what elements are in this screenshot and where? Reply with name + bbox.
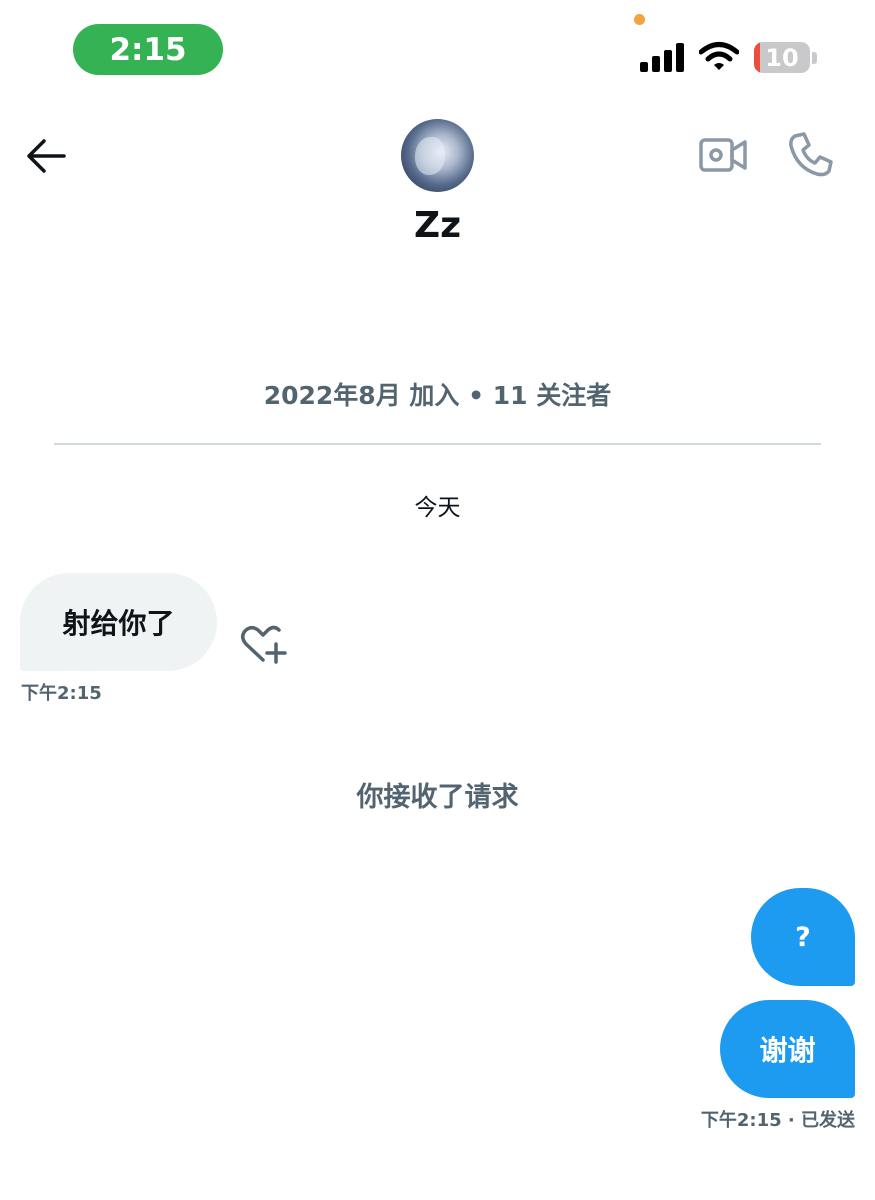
received-message-bubble[interactable]: 射给你了 (20, 573, 217, 671)
divider (54, 443, 821, 445)
wifi-icon (699, 42, 739, 70)
profile-join-followers: 2022年8月 加入 • 11 关注者 (263, 381, 612, 410)
video-call-icon[interactable] (698, 132, 748, 176)
add-reaction-heart-icon[interactable] (238, 622, 288, 666)
sent-message-status: 下午2:15 · 已发送 (700, 1110, 855, 1131)
sent-message-bubble[interactable]: ? (751, 888, 855, 986)
phone-call-icon[interactable] (787, 130, 835, 178)
received-message-text: 射给你了 (62, 607, 175, 640)
dm-conversation-screen: 2:15 10 Zz 2022年8月 加入 • 11 关注者 今天 射给你了 下… (0, 0, 875, 1200)
request-accepted-note: 你接收了请求 (356, 782, 519, 813)
battery-icon: 10 (754, 42, 810, 73)
back-arrow-icon[interactable] (24, 134, 68, 178)
sent-message-bubble[interactable]: 谢谢 (720, 1000, 855, 1098)
microphone-indicator-dot (634, 14, 645, 25)
sent-message-text: ? (795, 921, 811, 953)
received-message-time: 下午2:15 (21, 683, 102, 704)
status-time: 2:15 (73, 24, 223, 75)
contact-avatar[interactable] (401, 119, 474, 192)
cellular-signal-icon (640, 43, 684, 72)
sent-message-text: 谢谢 (759, 1034, 816, 1067)
battery-cap (812, 52, 817, 64)
date-separator: 今天 (414, 495, 461, 521)
battery-percentage: 10 (765, 43, 799, 72)
contact-name[interactable]: Zz (0, 205, 875, 246)
